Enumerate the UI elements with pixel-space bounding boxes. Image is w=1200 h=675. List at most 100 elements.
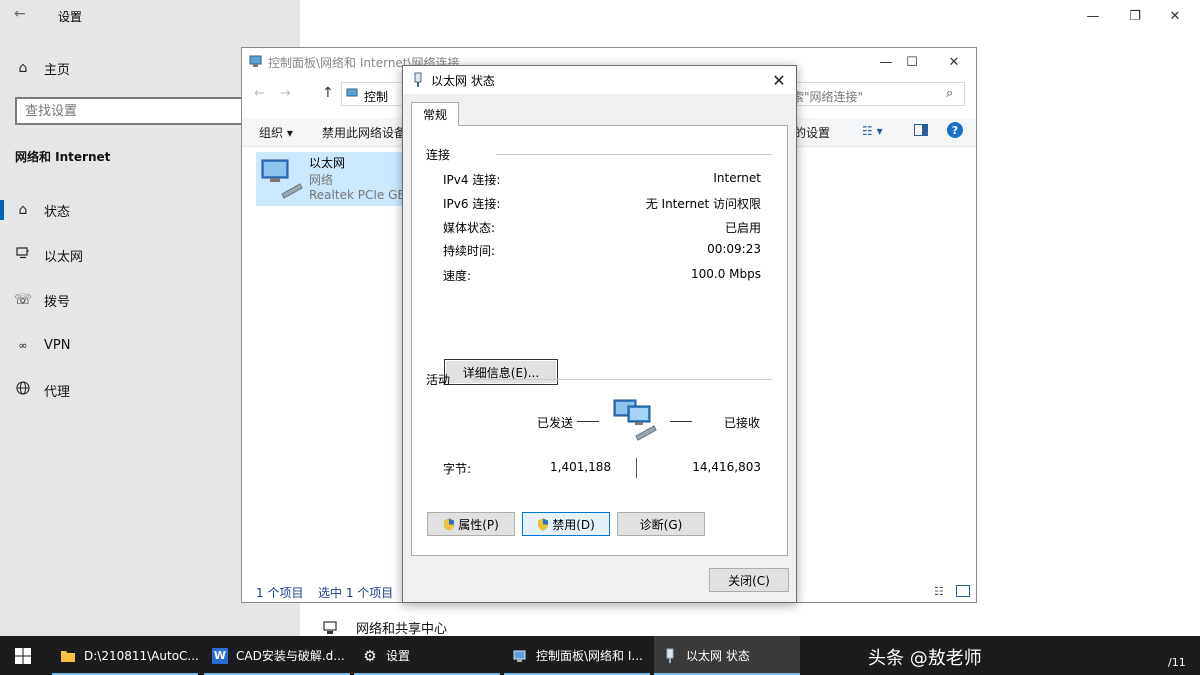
sidebar-item-label: VPN <box>44 337 71 353</box>
item-status: 网络 <box>309 173 334 187</box>
search-icon[interactable]: ⌕ <box>946 86 953 101</box>
ipv6-value: 无 Internet 访问权限 <box>645 197 761 211</box>
connection-divider <box>496 154 772 155</box>
duration-value: 00:09:23 <box>707 242 761 256</box>
clock-date[interactable]: /11 <box>1168 656 1186 669</box>
details-button[interactable]: 详细信息(E)... <box>444 359 558 385</box>
back-arrow-icon[interactable]: ← <box>14 6 26 22</box>
taskbar-item-label: 设置 <box>386 649 411 663</box>
monitor-icon <box>14 247 32 263</box>
nav-up-icon[interactable]: ↑ <box>322 85 334 101</box>
explorer-close-button[interactable]: ✕ <box>932 50 976 74</box>
help-icon[interactable]: ? <box>947 122 963 138</box>
taskbar-item-ethernet-status[interactable]: 以太网 状态 <box>654 636 800 675</box>
dialog-close-icon[interactable]: ✕ <box>766 68 792 92</box>
bytes-label: 字节: <box>443 462 472 476</box>
sent-dash <box>577 421 599 422</box>
diagnose-button[interactable]: 诊断(G) <box>617 512 705 536</box>
settings-close-button[interactable]: ✕ <box>1152 2 1198 30</box>
folder-icon <box>61 650 75 662</box>
taskbar-item-control-panel[interactable]: 控制面板\网络和 I... <box>504 636 650 675</box>
taskbar-item-label: CAD安装与破解.d... <box>236 649 345 663</box>
speed-key: 速度: <box>443 269 472 283</box>
status-selected: 选中 1 个项目 <box>318 586 394 600</box>
vpn-icon: ∞ <box>18 338 28 352</box>
item-name: 以太网 <box>309 156 346 170</box>
network-sharing-center-link[interactable]: 网络和共享中心 <box>322 618 447 637</box>
globe-icon <box>14 381 32 399</box>
activity-group-title: 活动 <box>426 373 451 387</box>
gear-icon: ⚙ <box>363 646 377 665</box>
dialup-icon: ☏ <box>14 292 32 308</box>
taskbar-item-wps[interactable]: W CAD安装与破解.d... <box>204 636 350 675</box>
dialog-title: 以太网 状态 <box>431 74 495 88</box>
active-indicator <box>0 200 4 220</box>
uac-shield-icon <box>444 518 455 530</box>
control-panel-icon <box>513 650 526 662</box>
ipv6-key: IPv6 连接: <box>443 197 501 211</box>
preview-pane-icon[interactable] <box>914 124 928 136</box>
network-activity-icon <box>610 396 662 442</box>
taskbar-item-settings[interactable]: ⚙ 设置 <box>354 636 500 675</box>
ipv4-value: Internet <box>713 171 761 185</box>
organize-button[interactable]: 组织 ▾ <box>259 124 293 141</box>
disable-button[interactable]: 禁用(D) <box>522 512 610 536</box>
status-count: 1 个项目 <box>256 586 304 600</box>
disable-device-button[interactable]: 禁用此网络设备 <box>322 124 406 141</box>
home-icon: ⌂ <box>18 60 28 76</box>
taskbar-item-explorer[interactable]: D:\210811\AutoC... <box>52 636 199 675</box>
home-status-icon: ⌂ <box>18 202 28 218</box>
control-panel-icon <box>248 53 264 69</box>
ethernet-plug-icon <box>666 648 674 663</box>
nav-back-icon[interactable]: ← <box>254 86 265 101</box>
bytes-separator <box>636 458 637 478</box>
view-options-icon[interactable]: ☷ ▾ <box>862 124 883 138</box>
nav-forward-icon[interactable]: → <box>280 86 291 101</box>
ipv4-key: IPv4 连接: <box>443 173 501 187</box>
details-view-icon[interactable]: ☷ <box>934 585 944 598</box>
received-label: 已接收 <box>724 416 761 430</box>
properties-label: 属性(P) <box>458 517 499 532</box>
general-tab-panel: 连接 IPv4 连接: Internet IPv6 连接: 无 Internet… <box>411 125 788 556</box>
connection-group-title: 连接 <box>426 148 451 162</box>
sidebar-item-label: 状态 <box>44 204 71 220</box>
explorer-search-placeholder[interactable]: 索"网络连接" <box>792 88 863 105</box>
close-button[interactable]: 关闭(C) <box>709 568 789 592</box>
ethernet-connection-item[interactable]: 以太网 网络 Realtek PCIe GBE <box>256 152 416 206</box>
settings-toolbar-button[interactable]: 的设置 <box>794 124 830 141</box>
sidebar-item-label: 代理 <box>44 384 71 400</box>
taskbar-item-label: 以太网 状态 <box>686 649 750 663</box>
bytes-received-value: 14,416,803 <box>692 460 761 474</box>
settings-minimize-button[interactable]: — <box>1070 2 1116 30</box>
wps-writer-icon: W <box>212 647 228 664</box>
network-sharing-icon <box>322 620 342 636</box>
disable-label: 禁用(D) <box>552 517 595 532</box>
large-icons-view-icon[interactable] <box>956 585 970 597</box>
taskbar: D:\210811\AutoC... W CAD安装与破解.d... ⚙ 设置 … <box>0 636 1200 675</box>
address-text: 控制 <box>364 90 389 104</box>
ethernet-plug-icon <box>412 72 424 88</box>
sent-label: 已发送 <box>537 416 574 430</box>
uac-shield-icon <box>538 518 549 530</box>
sidebar-item-label: 拨号 <box>44 294 71 310</box>
settings-title: 设置 <box>58 10 83 24</box>
settings-search-input[interactable] <box>17 99 277 123</box>
sidebar-item-label: 以太网 <box>44 249 84 265</box>
tab-general[interactable]: 常规 <box>411 102 459 126</box>
duration-key: 持续时间: <box>443 244 496 258</box>
address-folder-icon <box>346 87 360 101</box>
network-adapter-icon <box>260 156 304 200</box>
settings-search-box[interactable] <box>15 97 279 125</box>
explorer-maximize-button[interactable]: ☐ <box>890 50 934 74</box>
start-button[interactable] <box>0 636 46 675</box>
properties-button[interactable]: 属性(P) <box>427 512 515 536</box>
activity-divider <box>472 379 772 380</box>
media-state-value: 已启用 <box>724 221 761 235</box>
item-adapter: Realtek PCIe GBE <box>309 188 403 202</box>
taskbar-item-label: 控制面板\网络和 I... <box>536 649 643 663</box>
received-dash <box>670 421 692 422</box>
section-title: 网络和 Internet <box>15 150 111 164</box>
dialog-titlebar: 以太网 状态 ✕ <box>403 66 796 94</box>
ethernet-status-dialog: 以太网 状态 ✕ 常规 连接 IPv4 连接: Internet IPv6 连接… <box>402 65 797 603</box>
windows-logo-icon <box>15 647 31 664</box>
